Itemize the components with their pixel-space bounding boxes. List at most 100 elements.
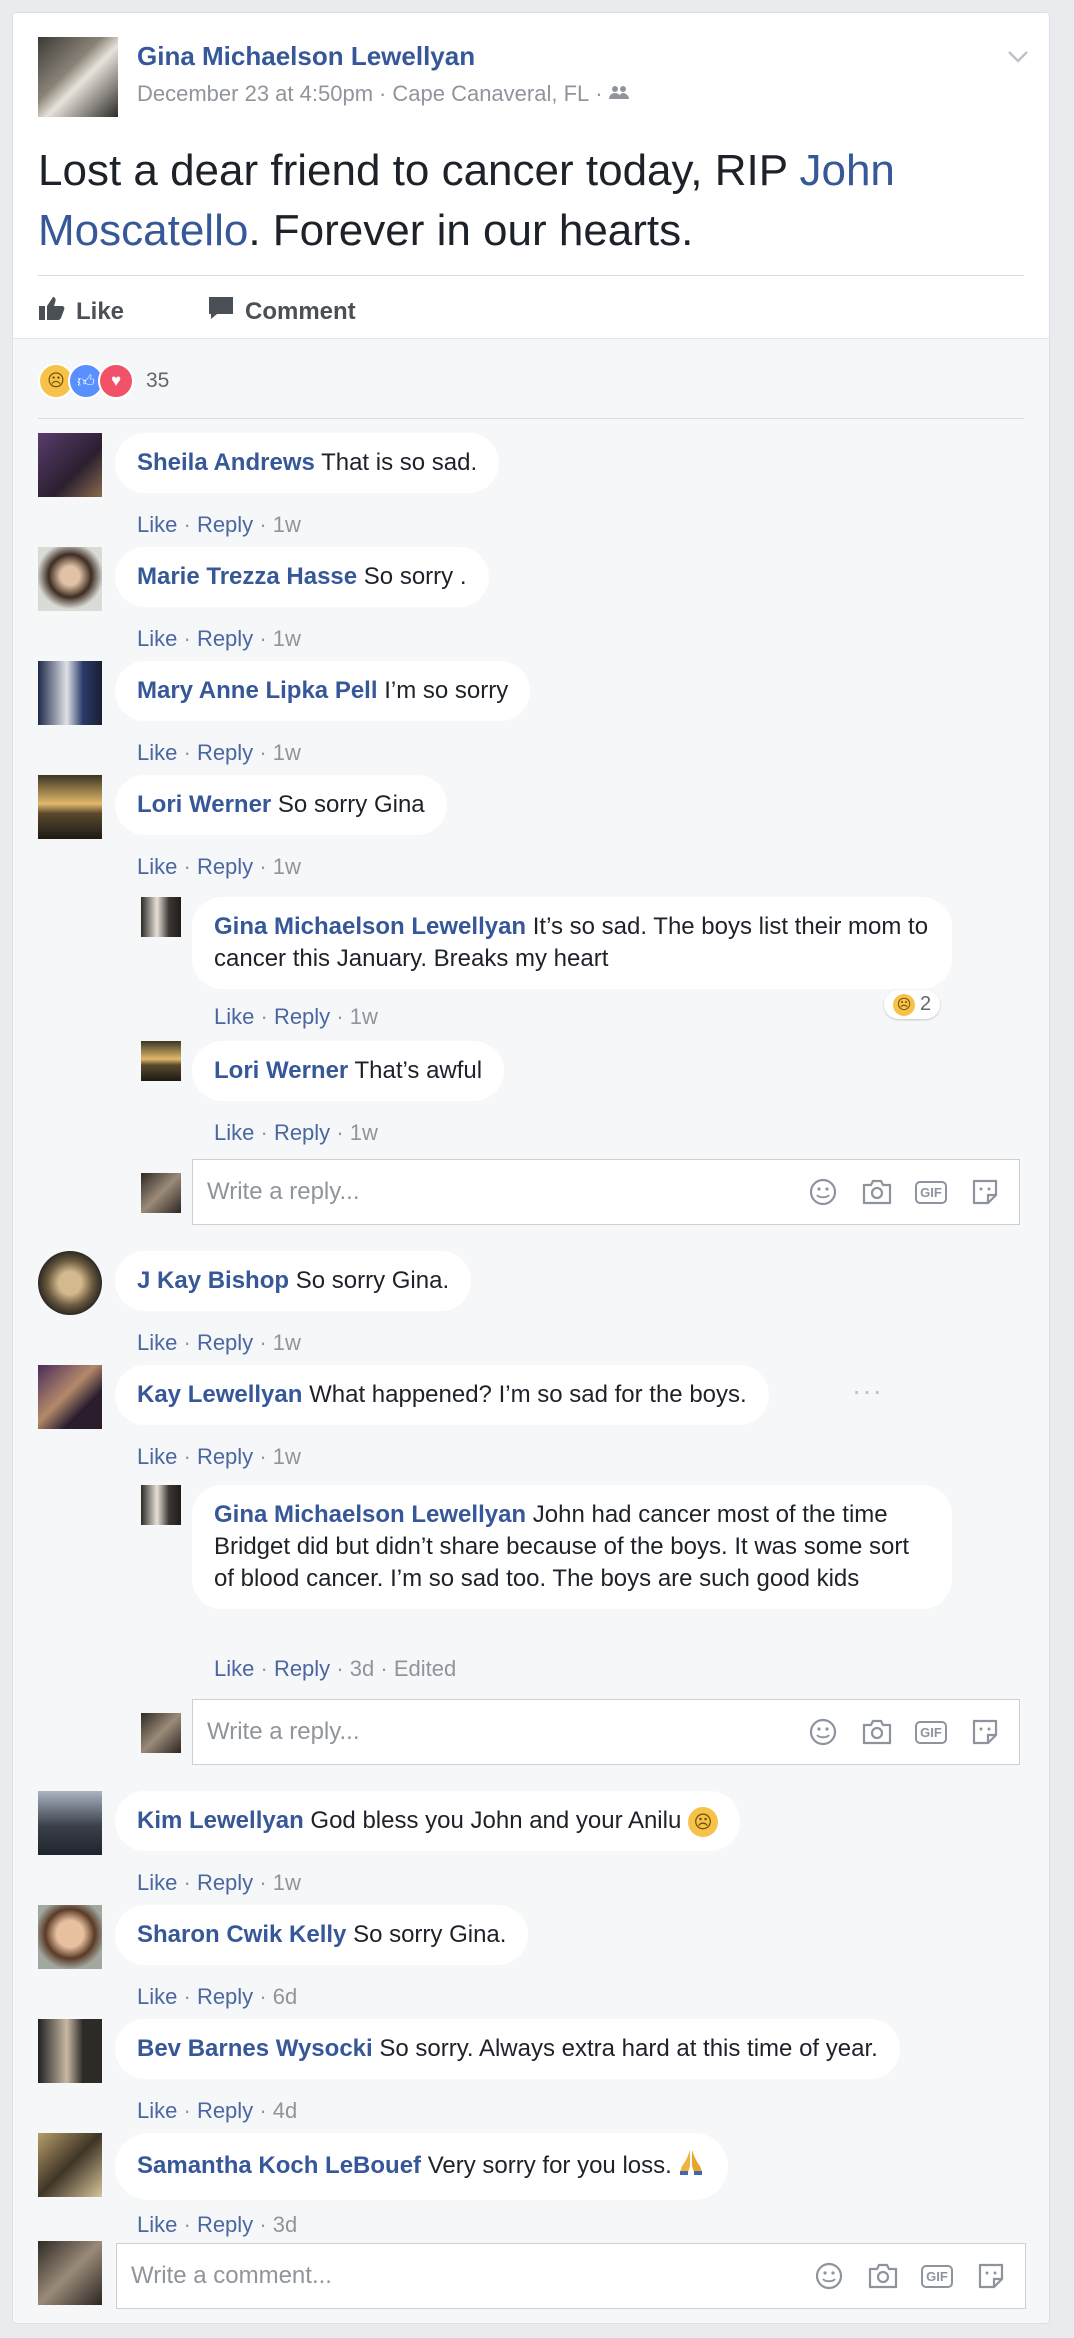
avatar[interactable] bbox=[38, 661, 102, 725]
avatar[interactable] bbox=[38, 1905, 102, 1969]
comment-time[interactable]: 1w bbox=[273, 512, 301, 537]
reply-link[interactable]: Reply bbox=[197, 512, 253, 537]
chevron-down-icon[interactable] bbox=[1007, 43, 1029, 71]
reply-link[interactable]: Reply bbox=[197, 1984, 253, 2009]
like-link[interactable]: Like bbox=[214, 1656, 254, 1681]
comment-time[interactable]: 4d bbox=[273, 2098, 297, 2123]
reply-link[interactable]: Reply bbox=[197, 1330, 253, 1355]
comment-actions: Like · Reply · 1w bbox=[137, 1444, 301, 1469]
reply-link[interactable]: Reply bbox=[197, 2098, 253, 2123]
reply-link[interactable]: Reply bbox=[197, 2212, 253, 2237]
commenter-name[interactable]: Samantha Koch LeBouef bbox=[137, 2152, 421, 2179]
reply-link[interactable]: Reply bbox=[197, 626, 253, 651]
camera-icon[interactable] bbox=[861, 1176, 893, 1208]
author-avatar[interactable] bbox=[38, 37, 118, 117]
comment-time[interactable]: 1w bbox=[273, 854, 301, 879]
commenter-name[interactable]: Lori Werner bbox=[214, 1057, 348, 1084]
reply-link[interactable]: Reply bbox=[274, 1004, 330, 1029]
reactions-summary[interactable]: ☹ 👍︎ ♥ 35 bbox=[38, 363, 169, 399]
comment-time[interactable]: 1w bbox=[350, 1004, 378, 1029]
avatar[interactable] bbox=[38, 775, 102, 839]
post-author[interactable]: Gina Michaelson Lewellyan bbox=[137, 41, 475, 72]
commenter-name[interactable]: Kay Lewellyan bbox=[137, 1381, 302, 1408]
reply-link[interactable]: Reply bbox=[274, 1656, 330, 1681]
avatar[interactable] bbox=[38, 2019, 102, 2083]
comment-bubble: Lori Werner That’s awful bbox=[192, 1041, 505, 1101]
gif-icon[interactable]: GIF bbox=[915, 1176, 947, 1208]
like-link[interactable]: Like bbox=[214, 1120, 254, 1145]
avatar[interactable] bbox=[38, 2133, 102, 2197]
like-link[interactable]: Like bbox=[137, 1870, 177, 1895]
like-link[interactable]: Like bbox=[137, 626, 177, 651]
comment-time[interactable]: 3d bbox=[273, 2212, 297, 2237]
comment-input[interactable] bbox=[129, 2254, 653, 2298]
avatar[interactable] bbox=[38, 433, 102, 497]
friends-icon[interactable] bbox=[608, 81, 629, 107]
commenter-name[interactable]: Marie Trezza Hasse bbox=[137, 563, 357, 590]
divider bbox=[38, 275, 1024, 276]
commenter-name[interactable]: Gina Michaelson Lewellyan bbox=[214, 913, 526, 940]
camera-icon[interactable] bbox=[861, 1716, 893, 1748]
comment-time[interactable]: 6d bbox=[273, 1984, 297, 2009]
commenter-name[interactable]: Mary Anne Lipka Pell bbox=[137, 677, 378, 704]
sticker-icon[interactable] bbox=[969, 1176, 1001, 1208]
emoji-icon[interactable] bbox=[807, 1716, 839, 1748]
like-link[interactable]: Like bbox=[137, 2098, 177, 2123]
reply-link[interactable]: Reply bbox=[197, 740, 253, 765]
avatar[interactable] bbox=[141, 897, 181, 937]
more-options-icon[interactable]: ··· bbox=[852, 1375, 883, 1407]
emoji-icon[interactable] bbox=[807, 1176, 839, 1208]
avatar[interactable] bbox=[38, 1791, 102, 1855]
commenter-name[interactable]: Bev Barnes Wysocki bbox=[137, 2035, 373, 2062]
sticker-icon[interactable] bbox=[969, 1716, 1001, 1748]
camera-icon[interactable] bbox=[867, 2260, 899, 2292]
like-link[interactable]: Like bbox=[137, 2212, 177, 2237]
commenter-name[interactable]: J Kay Bishop bbox=[137, 1267, 289, 1294]
comment-time[interactable]: 1w bbox=[273, 1444, 301, 1469]
reply-link[interactable]: Reply bbox=[197, 854, 253, 879]
like-button[interactable]: Like bbox=[38, 295, 124, 328]
avatar[interactable] bbox=[38, 547, 102, 611]
commenter-name[interactable]: Lori Werner bbox=[137, 791, 271, 818]
comment-time[interactable]: 1w bbox=[273, 626, 301, 651]
edited-label[interactable]: Edited bbox=[394, 1656, 456, 1681]
current-user-avatar[interactable] bbox=[141, 1713, 181, 1753]
current-user-avatar[interactable] bbox=[141, 1173, 181, 1213]
avatar[interactable] bbox=[38, 1365, 102, 1429]
post-date[interactable]: December 23 at 4:50pm bbox=[137, 81, 373, 107]
like-link[interactable]: Like bbox=[137, 1984, 177, 2009]
commenter-name[interactable]: Sheila Andrews bbox=[137, 449, 315, 476]
current-user-avatar[interactable] bbox=[38, 2241, 102, 2305]
emoji-icon[interactable] bbox=[813, 2260, 845, 2292]
gif-icon[interactable]: GIF bbox=[915, 1716, 947, 1748]
like-link[interactable]: Like bbox=[214, 1004, 254, 1029]
comment-button[interactable]: Comment bbox=[207, 295, 356, 328]
comment-time[interactable]: 1w bbox=[273, 1870, 301, 1895]
like-icon bbox=[38, 295, 66, 328]
avatar[interactable] bbox=[38, 1251, 102, 1315]
reply-input[interactable] bbox=[205, 1170, 729, 1214]
commenter-name[interactable]: Sharon Cwik Kelly bbox=[137, 1921, 346, 1948]
comment-time[interactable]: 1w bbox=[273, 1330, 301, 1355]
gif-icon[interactable]: GIF bbox=[921, 2260, 953, 2292]
comment-time[interactable]: 1w bbox=[350, 1120, 378, 1145]
post-location[interactable]: Cape Canaveral, FL bbox=[392, 81, 589, 107]
avatar[interactable] bbox=[141, 1041, 181, 1081]
avatar[interactable] bbox=[141, 1485, 181, 1525]
like-link[interactable]: Like bbox=[137, 1444, 177, 1469]
like-link[interactable]: Like bbox=[137, 1330, 177, 1355]
sticker-icon[interactable] bbox=[975, 2260, 1007, 2292]
reply-box: GIF bbox=[192, 1159, 1020, 1225]
reply-link[interactable]: Reply bbox=[274, 1120, 330, 1145]
comment-reactions[interactable]: ☹ 2 bbox=[884, 990, 941, 1019]
commenter-name[interactable]: Kim Lewellyan bbox=[137, 1807, 304, 1834]
like-link[interactable]: Like bbox=[137, 740, 177, 765]
commenter-name[interactable]: Gina Michaelson Lewellyan bbox=[214, 1501, 526, 1528]
comment-time[interactable]: 1w bbox=[273, 740, 301, 765]
reply-input[interactable] bbox=[205, 1710, 729, 1754]
reply-link[interactable]: Reply bbox=[197, 1870, 253, 1895]
like-link[interactable]: Like bbox=[137, 854, 177, 879]
comment-time[interactable]: 3d bbox=[350, 1656, 374, 1681]
reply-link[interactable]: Reply bbox=[197, 1444, 253, 1469]
like-link[interactable]: Like bbox=[137, 512, 177, 537]
